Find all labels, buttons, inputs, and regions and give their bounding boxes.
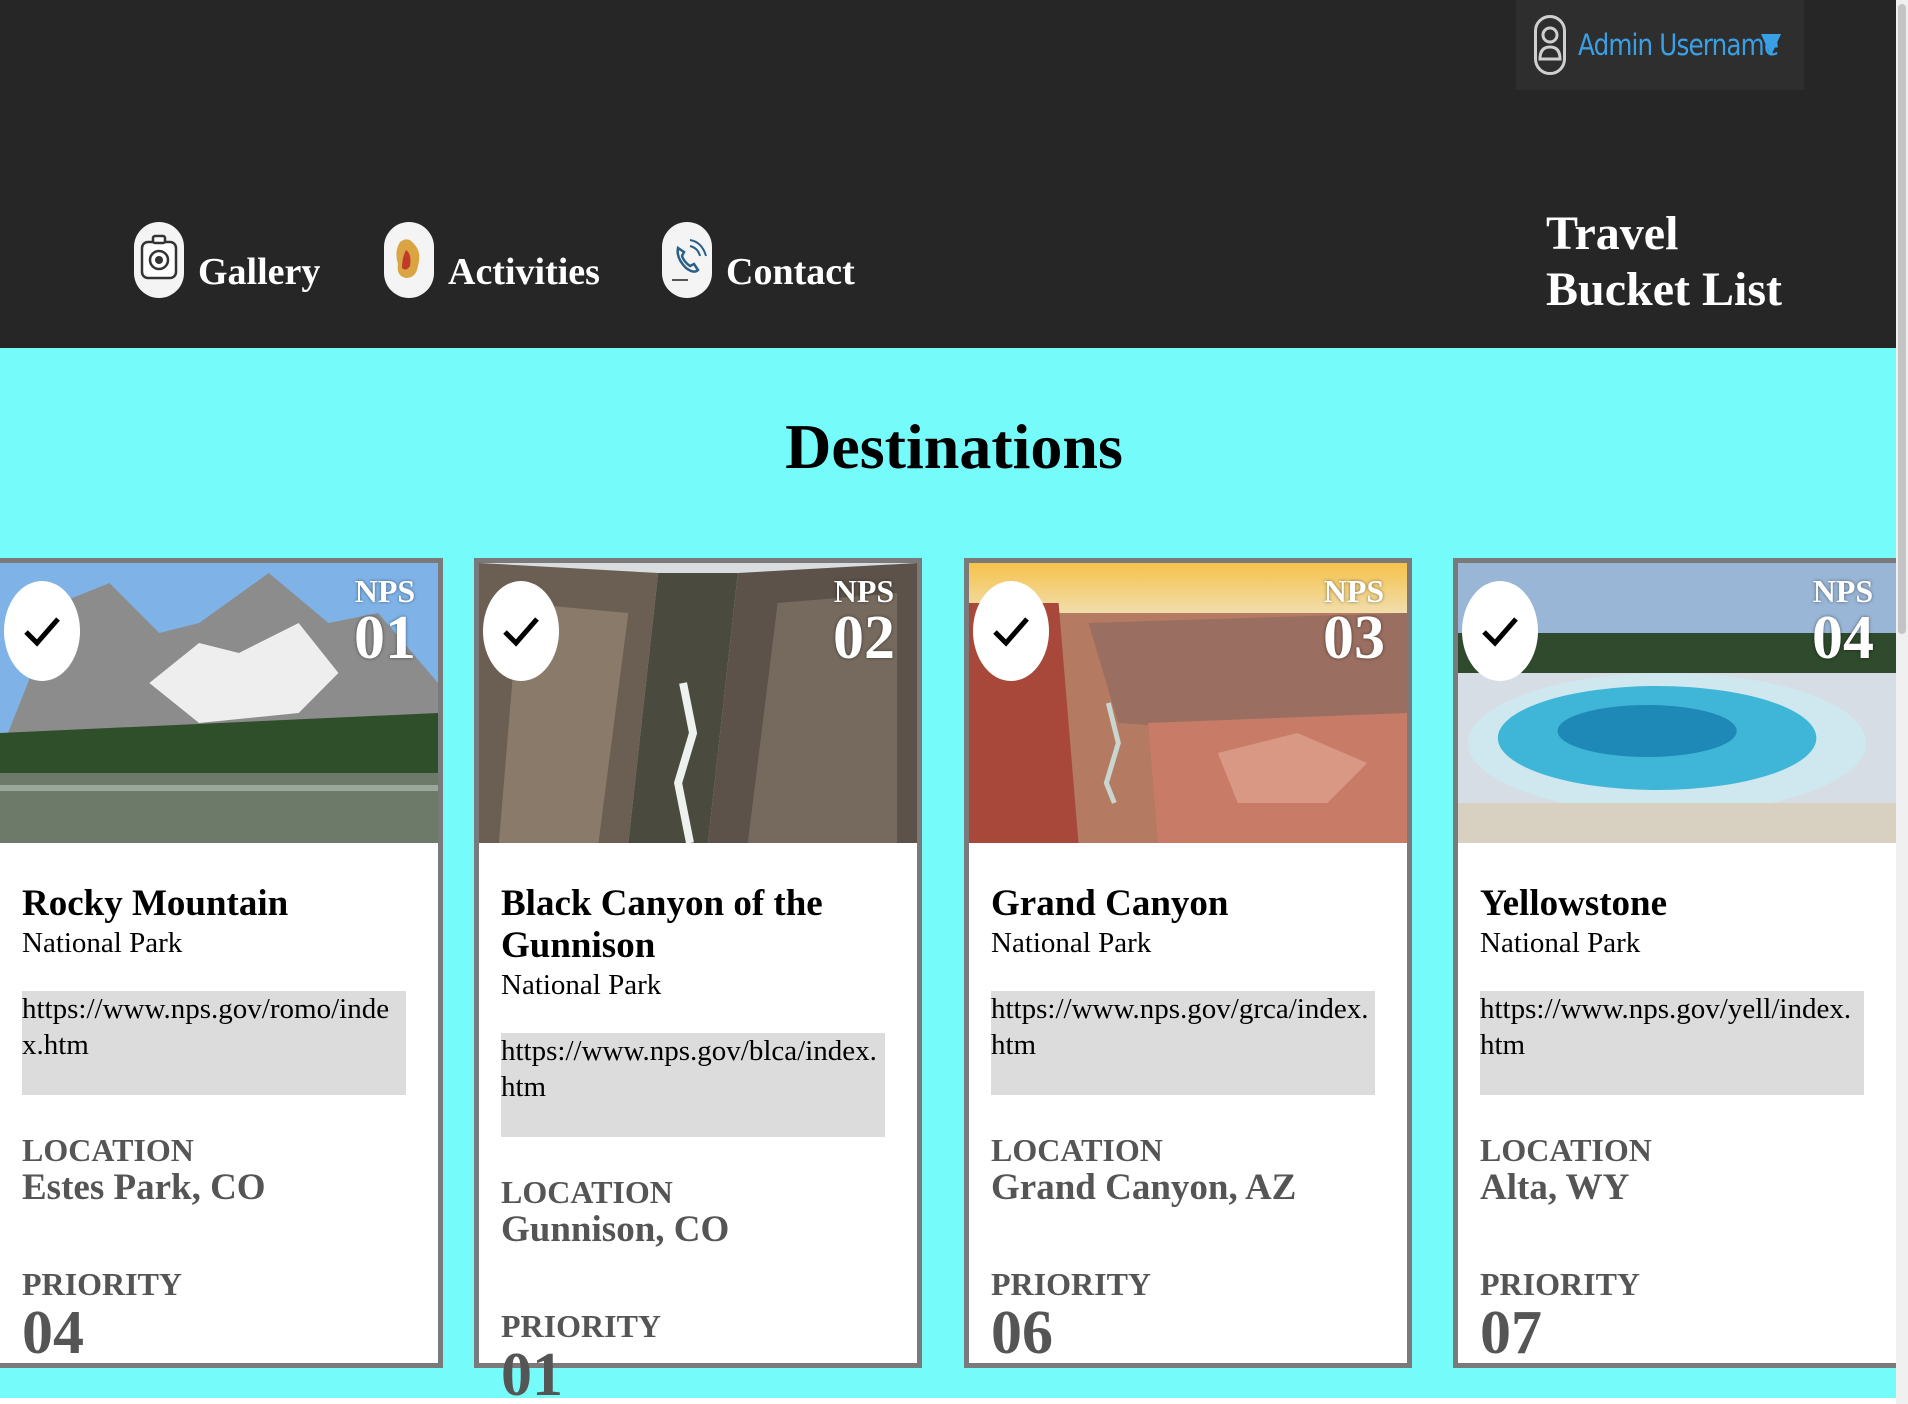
priority-label: PRIORITY <box>501 1308 662 1344</box>
scrollbar-thumb[interactable] <box>1898 4 1906 634</box>
destination-card: NPS 02 Black Canyon of the Gunnison Nati… <box>474 558 922 1404</box>
caret-down-icon[interactable] <box>1760 32 1782 63</box>
page-title: Destinations <box>785 411 1123 482</box>
park-url-link[interactable]: https://www.nps.gov/grca/index.htm <box>991 991 1375 1095</box>
park-name: Black Canyon of the Gunnison <box>501 883 823 966</box>
priority-value: 06 <box>991 1299 1053 1367</box>
priority-value: 07 <box>1480 1299 1542 1367</box>
user-name-label: Admin Username <box>1578 28 1779 62</box>
location-value: Estes Park, CO <box>22 1167 266 1208</box>
destination-card: NPS 01 Rocky Mountain National Park http… <box>0 558 443 1368</box>
brand-line-2: Bucket List <box>1546 263 1783 316</box>
location-value: Gunnison, CO <box>501 1209 730 1250</box>
visited-check-button[interactable] <box>973 581 1049 681</box>
nav-label-activities: Activities <box>448 251 600 293</box>
check-icon <box>503 617 539 647</box>
nps-badge-number: 04 <box>1812 604 1874 672</box>
brand-line-1: Travel <box>1546 207 1679 260</box>
park-subtitle: National Park <box>991 927 1152 959</box>
nps-badge-number: 02 <box>833 604 895 672</box>
destinations-section: Destinations NPS 01 Rocky Mountain Natio… <box>0 348 1901 1404</box>
park-subtitle: National Park <box>1480 927 1641 959</box>
priority-value: 04 <box>22 1299 84 1367</box>
nps-badge-label: NPS <box>833 573 895 609</box>
nav-label-gallery: Gallery <box>198 251 321 293</box>
nps-badge: NPS 04 <box>1812 575 1874 669</box>
location-label: LOCATION <box>991 1132 1163 1168</box>
priority-label: PRIORITY <box>22 1266 183 1302</box>
visited-check-button[interactable] <box>483 581 559 681</box>
user-icon <box>1534 15 1566 75</box>
visited-check-button[interactable] <box>4 581 80 681</box>
park-url-link[interactable]: https://www.nps.gov/yell/index.htm <box>1480 991 1864 1095</box>
nav-item-activities[interactable]: Activities <box>384 222 600 298</box>
location-value: Grand Canyon, AZ <box>991 1167 1297 1208</box>
check-icon <box>1482 617 1518 647</box>
activities-icon <box>384 222 434 298</box>
park-name: Yellowstone <box>1480 883 1668 924</box>
destination-card: NPS 04 Yellowstone National Park https:/… <box>1453 558 1901 1368</box>
check-icon <box>24 617 60 647</box>
priority-value: 01 <box>501 1341 563 1404</box>
nav-item-gallery[interactable]: Gallery <box>134 222 320 298</box>
location-label: LOCATION <box>501 1174 673 1210</box>
check-icon <box>993 617 1029 647</box>
nps-badge-number: 01 <box>354 604 416 672</box>
location-label: LOCATION <box>1480 1132 1652 1168</box>
site-header: Admin Username Gallery Activities Contac… <box>0 0 1896 348</box>
camera-icon <box>134 222 184 298</box>
visited-check-button[interactable] <box>1462 581 1538 681</box>
park-url-link[interactable]: https://www.nps.gov/blca/index.htm <box>501 1033 885 1137</box>
priority-label: PRIORITY <box>1480 1266 1641 1302</box>
priority-label: PRIORITY <box>991 1266 1152 1302</box>
park-url-link[interactable]: https://www.nps.gov/romo/index.htm <box>22 991 406 1095</box>
nps-badge: NPS 01 <box>354 575 416 669</box>
site-brand[interactable]: Travel Bucket List <box>1546 206 1846 318</box>
location-label: LOCATION <box>22 1132 194 1168</box>
location-value: Alta, WY <box>1480 1167 1630 1208</box>
nps-badge-label: NPS <box>1812 573 1874 609</box>
nps-badge-label: NPS <box>1323 573 1385 609</box>
nav-item-contact[interactable]: Contact <box>662 222 855 298</box>
destination-card: NPS 03 Grand Canyon National Park https:… <box>964 558 1412 1368</box>
nps-badge: NPS 03 <box>1323 575 1385 669</box>
nps-badge-label: NPS <box>354 573 416 609</box>
nav-label-contact: Contact <box>726 251 855 293</box>
park-name: Rocky Mountain <box>22 883 289 924</box>
nps-badge-number: 03 <box>1323 604 1385 672</box>
vertical-scrollbar[interactable] <box>1896 0 1908 1404</box>
park-subtitle: National Park <box>501 969 662 1001</box>
phone-icon <box>662 222 712 298</box>
park-subtitle: National Park <box>22 927 183 959</box>
nps-badge: NPS 02 <box>833 575 895 669</box>
park-name: Grand Canyon <box>991 883 1229 924</box>
